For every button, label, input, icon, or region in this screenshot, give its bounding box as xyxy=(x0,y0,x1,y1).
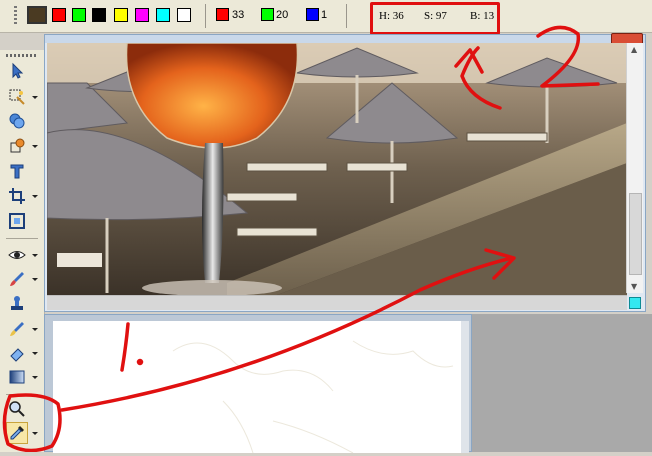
zoom-icon xyxy=(9,401,25,417)
resize-icon xyxy=(9,213,25,229)
scrollbar-thumb[interactable] xyxy=(629,193,642,275)
green-channel-box xyxy=(261,8,274,21)
crop-tool[interactable] xyxy=(6,185,28,207)
freeform-shape-icon xyxy=(10,138,25,153)
chevron-down-icon[interactable] xyxy=(32,145,38,148)
brush-icon xyxy=(10,272,24,286)
swatch-black[interactable] xyxy=(92,8,106,22)
shapes-tool[interactable] xyxy=(6,110,28,132)
clone-stamp-tool[interactable] xyxy=(6,292,28,314)
eraser-icon xyxy=(10,348,24,362)
swatch-current-color[interactable] xyxy=(27,6,47,24)
chevron-down-icon[interactable]: ▼ xyxy=(631,282,637,291)
chevron-down-icon[interactable] xyxy=(32,432,38,435)
color-toolbar: 33 20 1 H: 36 S: 97 B: 13 xyxy=(0,0,652,33)
eyedropper-tool[interactable] xyxy=(6,422,28,444)
palette-separator xyxy=(6,394,38,395)
brush-tool[interactable] xyxy=(6,268,28,290)
clone-stamp-icon xyxy=(11,296,23,310)
toolbar-separator xyxy=(346,4,347,28)
vertical-scrollbar[interactable]: ▲ ▼ xyxy=(626,43,643,293)
gradient-icon xyxy=(9,370,25,384)
red-eye-icon xyxy=(8,251,26,259)
swatch-magenta[interactable] xyxy=(135,8,149,22)
palette-separator xyxy=(6,238,38,239)
vertical-scrollbar[interactable] xyxy=(461,321,469,453)
text-tool[interactable] xyxy=(6,160,28,182)
magic-select-tool[interactable] xyxy=(6,86,28,108)
horizontal-scrollbar[interactable] xyxy=(47,295,627,310)
palette-grip[interactable] xyxy=(6,54,38,57)
freeform-shape-tool[interactable] xyxy=(6,135,28,157)
chevron-down-icon[interactable] xyxy=(32,376,38,379)
eyedropper-icon xyxy=(10,426,24,440)
chevron-down-icon[interactable] xyxy=(32,96,38,99)
tool-palette xyxy=(0,50,45,452)
chevron-down-icon[interactable] xyxy=(32,352,38,355)
resize-tool[interactable] xyxy=(6,210,28,232)
sketch-canvas[interactable] xyxy=(53,321,461,454)
magic-select-icon xyxy=(9,89,25,105)
retouch-brush-icon xyxy=(10,322,24,336)
blue-channel-value: 1 xyxy=(321,9,328,21)
red-eye-tool[interactable] xyxy=(6,244,28,266)
eraser-tool[interactable] xyxy=(6,342,28,364)
zoom-tool[interactable] xyxy=(6,398,28,420)
crop-icon xyxy=(9,188,25,204)
swatch-green[interactable] xyxy=(72,8,86,22)
chevron-up-icon[interactable]: ▲ xyxy=(631,45,637,54)
photo-document-window: ▲ ▼ xyxy=(44,33,646,312)
toolbar-grip[interactable] xyxy=(14,6,17,26)
green-channel-value: 20 xyxy=(276,9,289,21)
red-channel-box xyxy=(216,8,229,21)
beach-photo xyxy=(47,43,627,295)
chevron-down-icon[interactable] xyxy=(32,328,38,331)
blue-channel-box xyxy=(306,8,319,21)
window-title-bar[interactable] xyxy=(45,35,645,43)
pointer-icon xyxy=(12,62,24,79)
color-preview-square xyxy=(629,297,641,309)
chevron-down-icon[interactable] xyxy=(32,254,38,257)
second-document-window xyxy=(44,314,472,454)
swatch-cyan[interactable] xyxy=(156,8,170,22)
red-channel-value: 33 xyxy=(232,9,245,21)
gradient-tool[interactable] xyxy=(6,366,28,388)
swatch-white[interactable] xyxy=(177,8,191,22)
pointer-tool[interactable] xyxy=(6,60,28,82)
swatch-red[interactable] xyxy=(52,8,66,22)
swatch-yellow[interactable] xyxy=(114,8,128,22)
toolbar-separator xyxy=(205,4,206,28)
chevron-down-icon[interactable] xyxy=(32,195,38,198)
faint-sketch xyxy=(172,340,454,454)
workspace-background xyxy=(472,314,652,452)
text-icon xyxy=(10,164,24,179)
shapes-icon xyxy=(9,113,25,129)
photo-canvas[interactable] xyxy=(47,43,627,295)
retouch-brush-tool[interactable] xyxy=(6,318,28,340)
annotation-highlight-box xyxy=(370,2,500,35)
chevron-down-icon[interactable] xyxy=(32,278,38,281)
